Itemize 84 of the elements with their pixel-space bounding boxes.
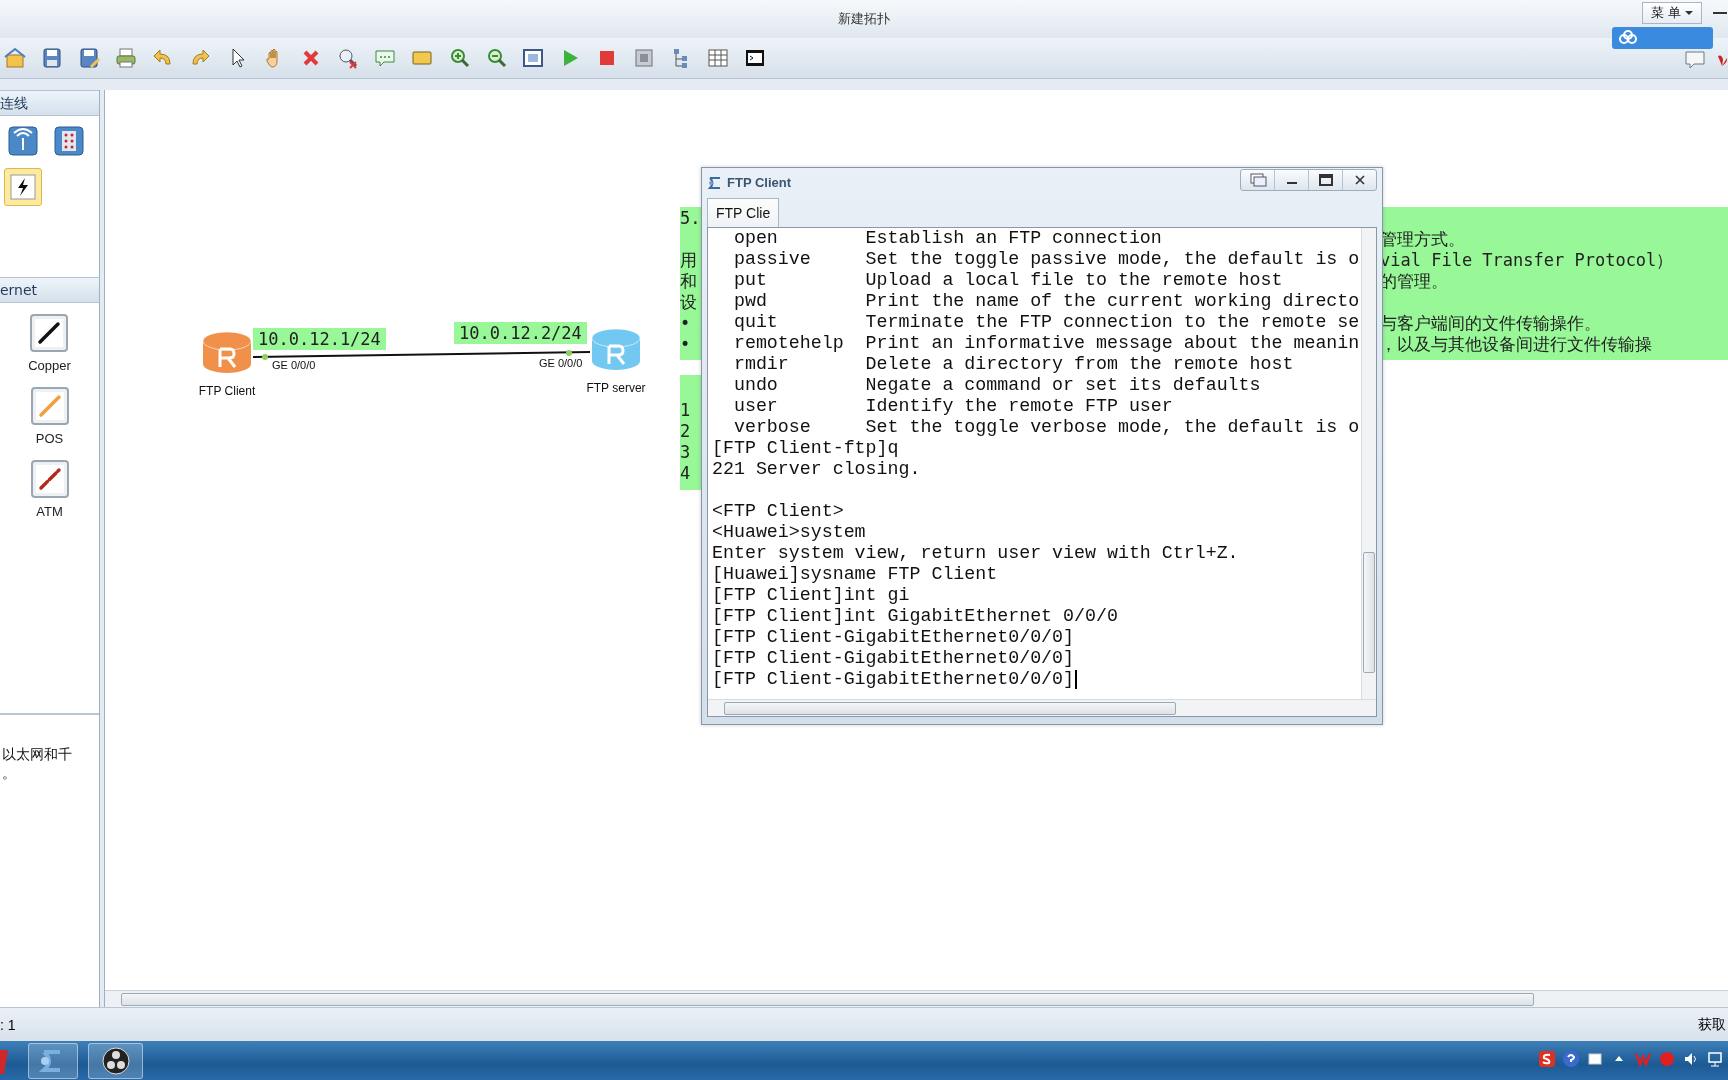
app-icon [707, 174, 723, 191]
terminal-line: user Identify the remote FTP user [732, 396, 1173, 417]
note-text: • [680, 313, 692, 334]
cloud-widget[interactable] [1612, 27, 1713, 49]
device-label: FTP Client [198, 384, 256, 398]
horizontal-scrollbar[interactable] [708, 699, 1376, 716]
ip-address-label: 10.0.12.2/24 [454, 322, 587, 344]
terminal-line: Enter system view, return user view with Ctrl+Z. [712, 543, 1239, 564]
cable-label: POS [35, 431, 64, 446]
maximize-icon[interactable] [1316, 171, 1335, 188]
note-text: 和 [680, 271, 698, 292]
cable-label: Copper [28, 358, 71, 373]
link-drawing[interactable] [252, 350, 591, 360]
note-text: 1 [680, 400, 692, 421]
window-title: FTP Client [727, 175, 792, 190]
note-text: 3 [680, 442, 692, 463]
terminal-line: [Huawei]sysname FTP Client [712, 564, 998, 585]
network-icon[interactable] [1706, 1050, 1724, 1068]
note-text: 5. [680, 208, 702, 229]
terminal-line: [FTP Client-GigabitEthernet0/0/0] [712, 648, 1075, 669]
wireless-icon [8, 126, 38, 156]
device-label: FTP server [586, 381, 646, 395]
status-text: : 1 [0, 1016, 16, 1033]
terminal-line: rmdir Delete a directory from the remote host [732, 354, 1294, 375]
terminal-line: passive Set the toggle passive mode, the default is o [732, 249, 1360, 270]
minimize-icon[interactable] [1712, 11, 1728, 15]
terminal-line: [FTP Client]int GigabitEthernet 0/0/0 [712, 606, 1118, 627]
cable-item[interactable]: Copper [27, 313, 72, 374]
note-text: 2 [680, 421, 692, 442]
terminal-line: [FTP Client]int gi [712, 585, 910, 606]
panel-icon [54, 126, 84, 156]
terminal-line: remotehelp Print an informative message about the meanin [732, 333, 1360, 354]
tab[interactable]: FTP Clie [707, 198, 780, 227]
keyboard-icon[interactable] [1586, 1050, 1604, 1068]
port-label: GE 0/0/0 [539, 357, 583, 369]
restore-icon[interactable] [1248, 171, 1267, 188]
terminal-line: quit Terminate the FTP connection to the remote se [732, 312, 1360, 333]
lightning-icon [8, 172, 38, 202]
help-icon[interactable] [1562, 1050, 1580, 1068]
terminal-line: 221 Server closing. [712, 459, 921, 480]
connection-tool[interactable] [4, 168, 42, 206]
terminal-line: verbose Set the toggle verbose mode, the default is o [732, 417, 1360, 438]
scroll-thumb[interactable] [1363, 552, 1375, 673]
recorder-app-icon [100, 1045, 131, 1076]
status-text: 获取 [1698, 1015, 1726, 1034]
terminal-line: open Establish an FTP connection [732, 228, 1162, 249]
chat-icon[interactable] [1684, 50, 1706, 70]
vertical-scrollbar[interactable] [1361, 228, 1376, 699]
cloud-icon [1618, 30, 1640, 46]
ip-address-label: 10.0.12.1/24 [253, 328, 386, 350]
terminal-line: undo Negate a command or set its defaults [732, 375, 1261, 396]
cable-icon [30, 387, 69, 425]
terminal-line: <FTP Client> [712, 501, 844, 522]
scroll-thumb[interactable] [121, 992, 1534, 1006]
router-icon[interactable] [201, 331, 253, 375]
scroll-thumb[interactable] [724, 701, 1176, 715]
description-text: 。 [2, 764, 17, 783]
horizontal-scrollbar[interactable] [105, 990, 1728, 1007]
cable-icon [30, 460, 69, 498]
terminal-line: [FTP Client-GigabitEthernet0/0/0] [712, 669, 1075, 690]
terminal-line: <Huawei>system [712, 522, 866, 543]
note-text: • [680, 334, 692, 355]
terminal-line: [FTP Client-GigabitEthernet0/0/0] [712, 627, 1075, 648]
menu-label: 菜 单 [1650, 4, 1681, 22]
caret-icon [1685, 11, 1693, 15]
cable-item[interactable]: POS [29, 386, 70, 447]
section-header: ernet [0, 277, 99, 303]
note-text: 4 [680, 463, 692, 484]
terminal-line: put Upload a local file to the remote host [732, 270, 1283, 291]
note-text: 用 [680, 250, 698, 271]
menu-button[interactable]: 菜 单 [1641, 2, 1702, 24]
terminal-line: [FTP Client-ftp]q [712, 438, 899, 459]
note-text: 设 [680, 292, 698, 313]
note-text: ，以及与其他设备间进行文件传输操 [1380, 334, 1653, 355]
section-header: 连线 [0, 90, 99, 116]
cable-item[interactable]: ATM [29, 459, 70, 520]
description-text: 以太网和千 [2, 745, 73, 764]
cable-label: ATM [36, 504, 63, 519]
port-label: GE 0/0/0 [272, 359, 316, 371]
terminal-line: pwd Print the name of the current working directo [732, 291, 1360, 312]
sogou-icon[interactable] [1538, 1050, 1556, 1068]
cable-icon [30, 314, 69, 352]
taskbar-app[interactable] [88, 1042, 143, 1079]
window-title: 新建拓扑 [838, 10, 890, 28]
